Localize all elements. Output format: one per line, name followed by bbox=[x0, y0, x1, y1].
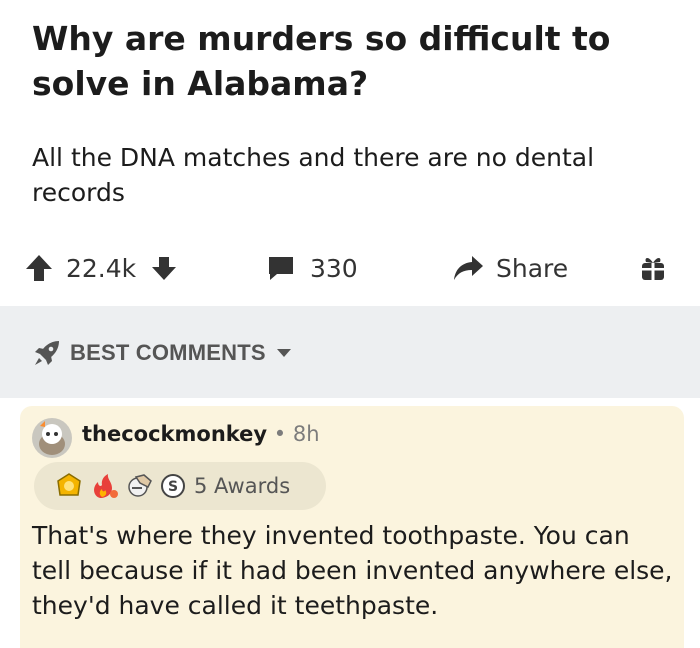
sort-dropdown[interactable]: BEST COMMENTS bbox=[32, 336, 292, 370]
sort-label: BEST COMMENTS bbox=[70, 340, 266, 365]
post-title: Why are murders so difficult to solve in… bbox=[32, 19, 611, 103]
separator-dot: • bbox=[267, 422, 293, 446]
svg-text:S: S bbox=[168, 479, 178, 495]
comment-author[interactable]: thecockmonkey • 8h bbox=[82, 422, 320, 446]
username[interactable]: thecockmonkey bbox=[82, 422, 267, 446]
post-body: All the DNA matches and there are no den… bbox=[32, 143, 595, 207]
award-gift-icon bbox=[640, 254, 666, 282]
silver-award-icon: S bbox=[160, 473, 186, 499]
fire-award-icon bbox=[90, 472, 120, 500]
share-label: Share bbox=[496, 253, 569, 283]
share-icon bbox=[452, 253, 484, 283]
chevron-down-icon bbox=[276, 347, 292, 359]
comment-count: 330 bbox=[310, 253, 358, 283]
facepalm-award-icon bbox=[126, 473, 154, 499]
upvote-icon[interactable] bbox=[22, 251, 56, 285]
comments-button[interactable]: 330 bbox=[266, 246, 358, 290]
awards-count: 5 Awards bbox=[194, 474, 291, 498]
sort-bar: BEST COMMENTS bbox=[0, 306, 700, 398]
share-button[interactable]: Share bbox=[452, 246, 568, 290]
comment-icon bbox=[266, 253, 296, 283]
comment-body: That's where they invented toothpaste. Y… bbox=[32, 521, 673, 620]
wholesome-award-icon bbox=[56, 473, 82, 499]
avatar[interactable] bbox=[32, 418, 72, 458]
downvote-icon[interactable] bbox=[150, 253, 178, 283]
score-count: 22.4k bbox=[66, 253, 137, 283]
comment-time: 8h bbox=[292, 422, 320, 446]
awards-pill[interactable]: S 5 Awards bbox=[34, 462, 326, 510]
award-button[interactable] bbox=[640, 246, 666, 290]
post-action-bar: 22.4k 330 Share bbox=[0, 246, 700, 290]
rocket-icon bbox=[32, 338, 62, 368]
vote-group: 22.4k bbox=[22, 246, 178, 290]
comment-card[interactable]: thecockmonkey • 8h S 5 Awards That's whe… bbox=[20, 406, 684, 648]
